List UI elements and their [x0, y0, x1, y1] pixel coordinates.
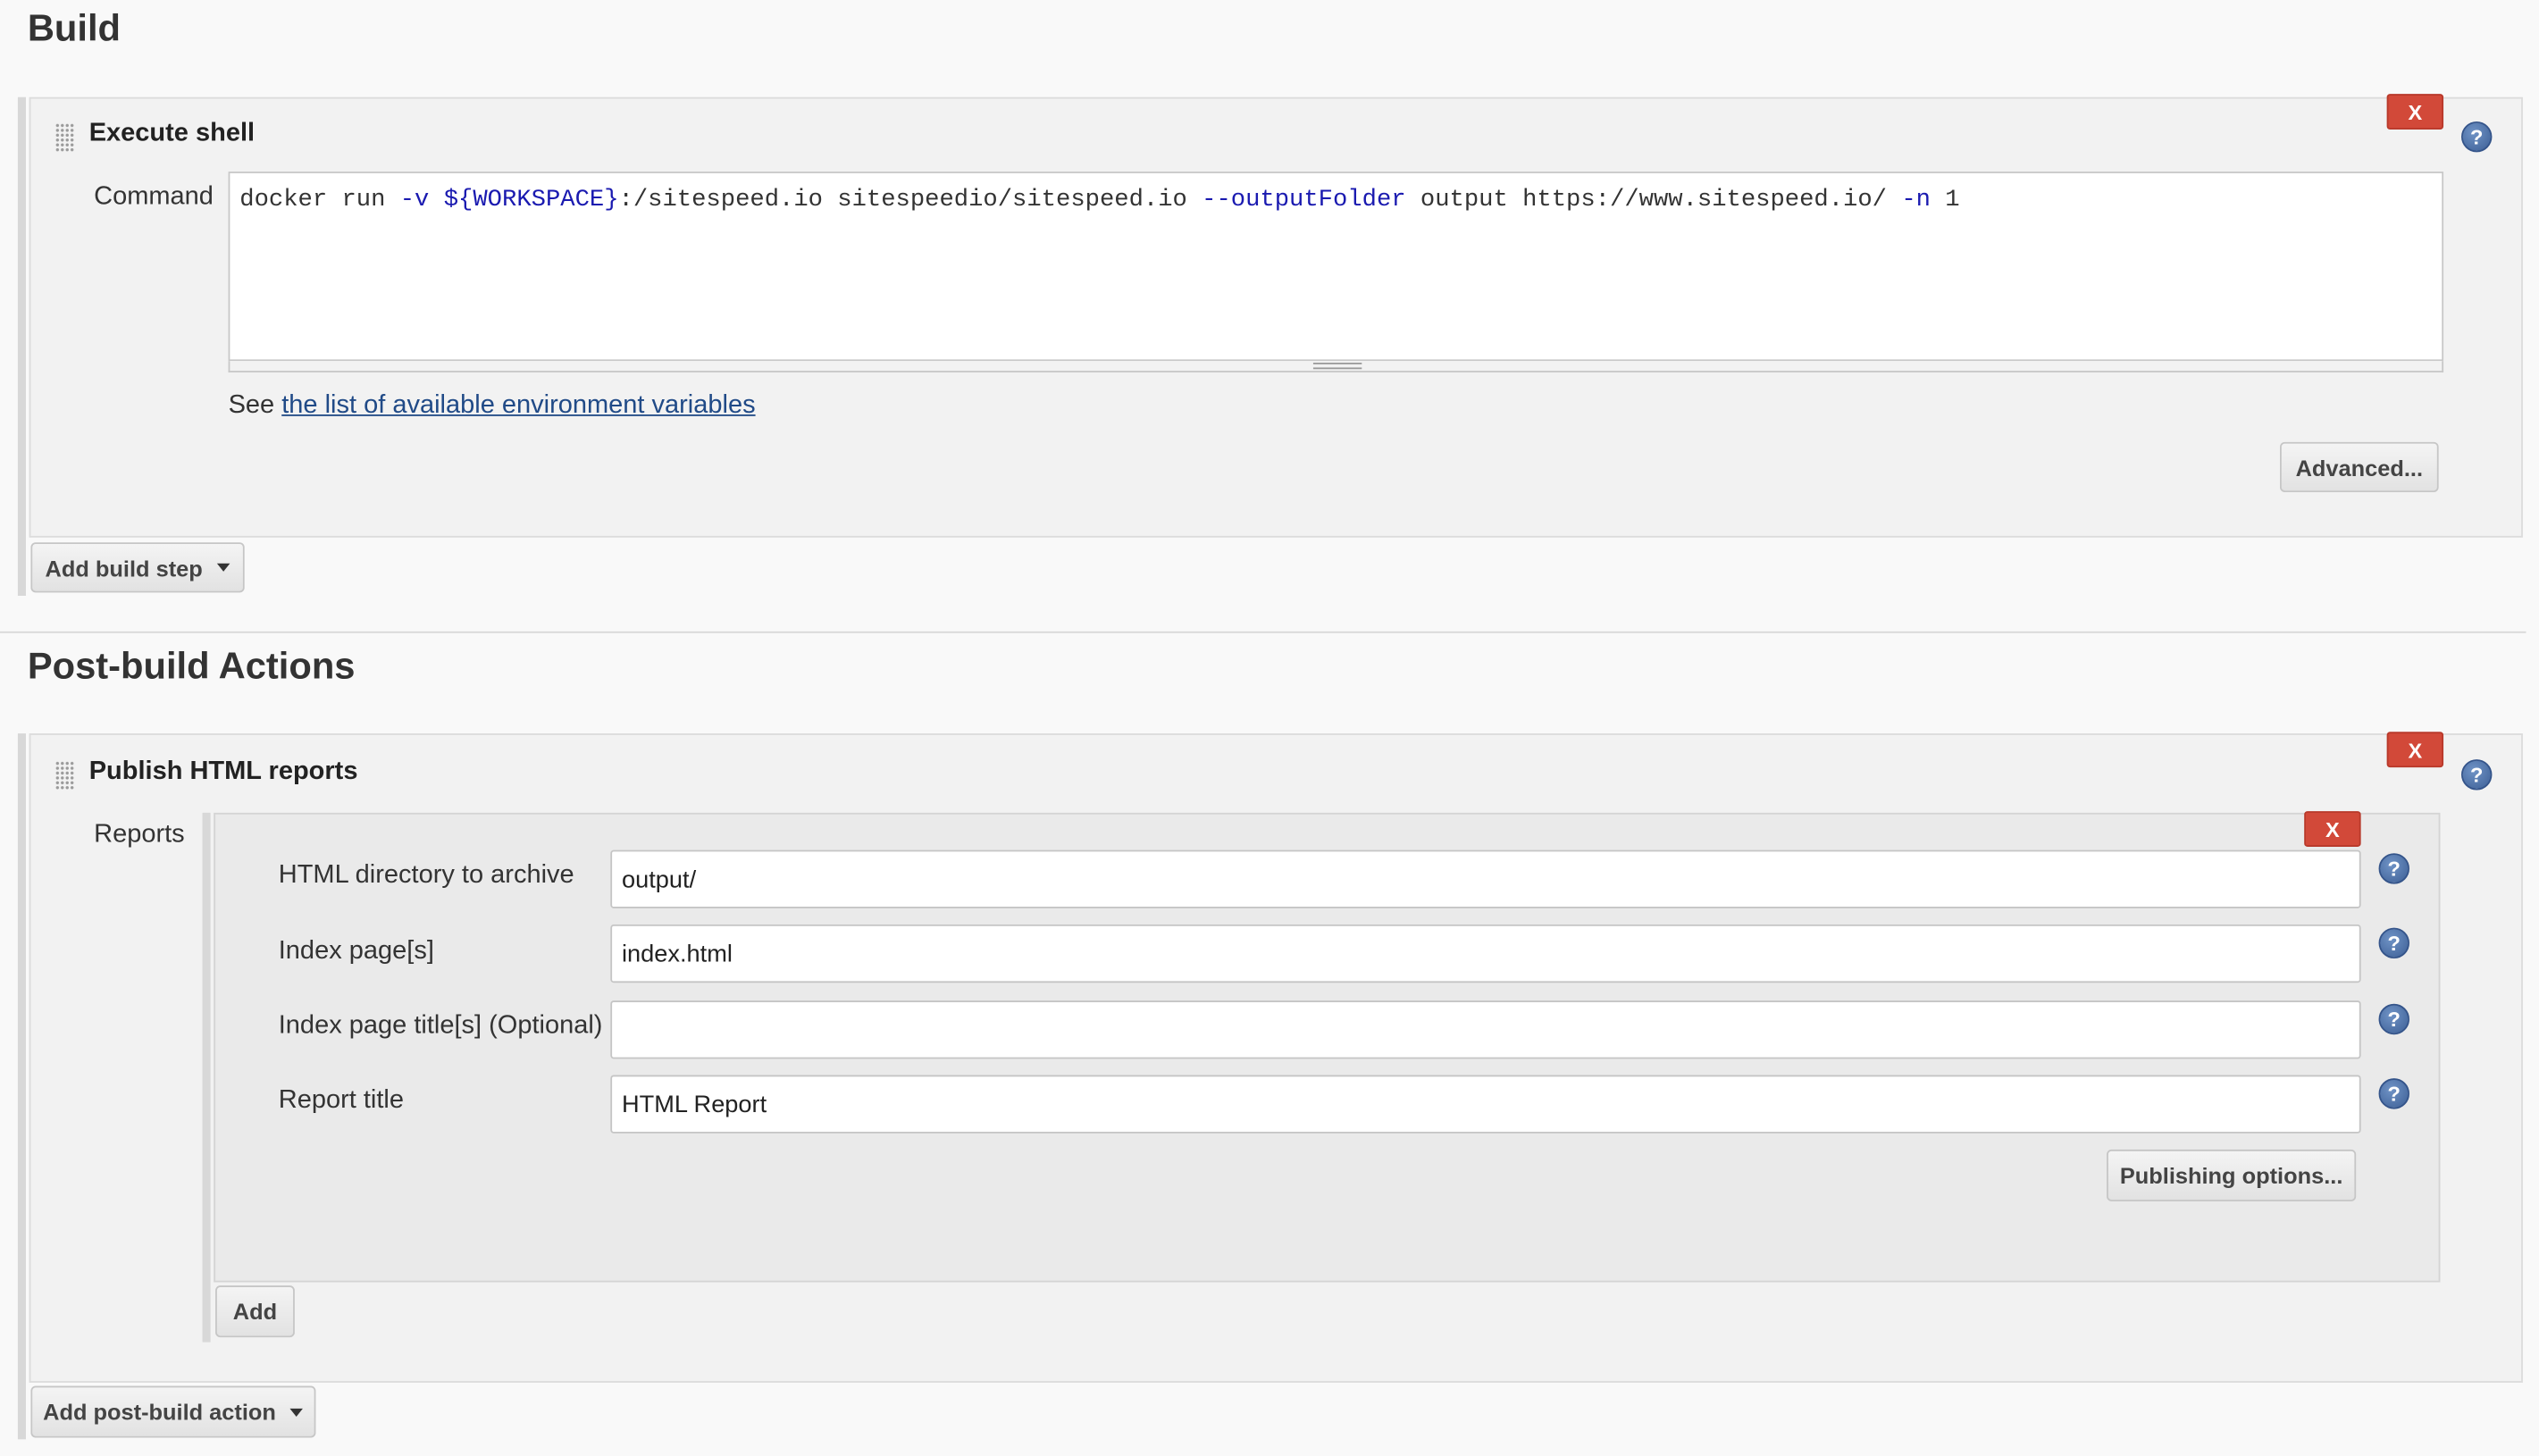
report-title-input[interactable]: HTML Report	[610, 1075, 2361, 1134]
report-title-label: Report title	[278, 1086, 404, 1114]
command-text	[429, 186, 443, 213]
command-workspace-var: ${WORKSPACE}	[443, 186, 619, 214]
build-left-bar	[17, 96, 26, 596]
help-icon[interactable]: ?	[2378, 853, 2409, 884]
index-page-titles-label: Index page title[s] (Optional)	[278, 1011, 603, 1040]
html-directory-input[interactable]: output/	[610, 849, 2361, 908]
add-build-step-label: Add build step	[45, 554, 203, 581]
command-text: output https://www.sitespeed.io/	[1405, 186, 1902, 214]
add-post-build-action-button[interactable]: Add post-build action	[30, 1385, 316, 1438]
see-prefix: See	[228, 391, 282, 420]
post-build-section-title: Post-build Actions	[27, 644, 356, 687]
delete-publish-html-button[interactable]: X	[2386, 732, 2444, 768]
section-divider	[0, 631, 2526, 633]
advanced-button[interactable]: Advanced...	[2280, 441, 2439, 492]
env-vars-link[interactable]: the list of available environment variab…	[281, 392, 755, 420]
index-page-titles-input[interactable]	[610, 1000, 2361, 1059]
command-text: :/sitespeed.io sitespeedio/sitespeed.io	[618, 186, 1202, 214]
reports-label: Reports	[94, 820, 185, 849]
resize-handle-icon[interactable]	[1312, 363, 1362, 370]
command-textarea[interactable]: docker run -v ${WORKSPACE}:/sitespeed.io…	[228, 172, 2444, 362]
add-build-step-button[interactable]: Add build step	[30, 542, 245, 593]
html-directory-label: HTML directory to archive	[278, 861, 574, 890]
publish-html-title: Publish HTML reports	[88, 757, 358, 786]
chevron-down-icon	[290, 1407, 304, 1417]
command-flag-v: -v	[399, 186, 430, 214]
drag-handle-icon[interactable]	[54, 760, 75, 791]
chevron-down-icon	[217, 563, 230, 572]
command-text: 1	[1930, 186, 1960, 214]
delete-report-button[interactable]: X	[2304, 811, 2361, 847]
add-report-button[interactable]: Add	[215, 1285, 295, 1338]
index-pages-label: Index page[s]	[278, 937, 434, 966]
command-label: Command	[94, 182, 214, 211]
index-pages-input[interactable]: index.html	[610, 924, 2361, 983]
command-text: docker run	[239, 186, 400, 214]
build-section-title: Build	[27, 6, 122, 49]
help-icon[interactable]: ?	[2378, 927, 2409, 958]
publishing-options-button[interactable]: Publishing options...	[2107, 1149, 2357, 1201]
help-icon[interactable]: ?	[2378, 1078, 2409, 1109]
help-icon[interactable]: ?	[2461, 121, 2493, 153]
drag-handle-icon[interactable]	[54, 122, 75, 153]
command-flag-n: -n	[1901, 186, 1931, 214]
help-icon[interactable]: ?	[2378, 1003, 2409, 1035]
execute-shell-title: Execute shell	[88, 120, 256, 147]
post-build-left-bar	[17, 733, 26, 1440]
add-post-build-action-label: Add post-build action	[43, 1399, 276, 1425]
help-icon[interactable]: ?	[2461, 759, 2493, 791]
command-flag-output-folder: --outputFolder	[1202, 186, 1406, 214]
reports-left-bar	[202, 812, 211, 1343]
env-vars-hint: See the list of available environment va…	[229, 392, 756, 422]
delete-execute-shell-button[interactable]: X	[2386, 94, 2444, 130]
